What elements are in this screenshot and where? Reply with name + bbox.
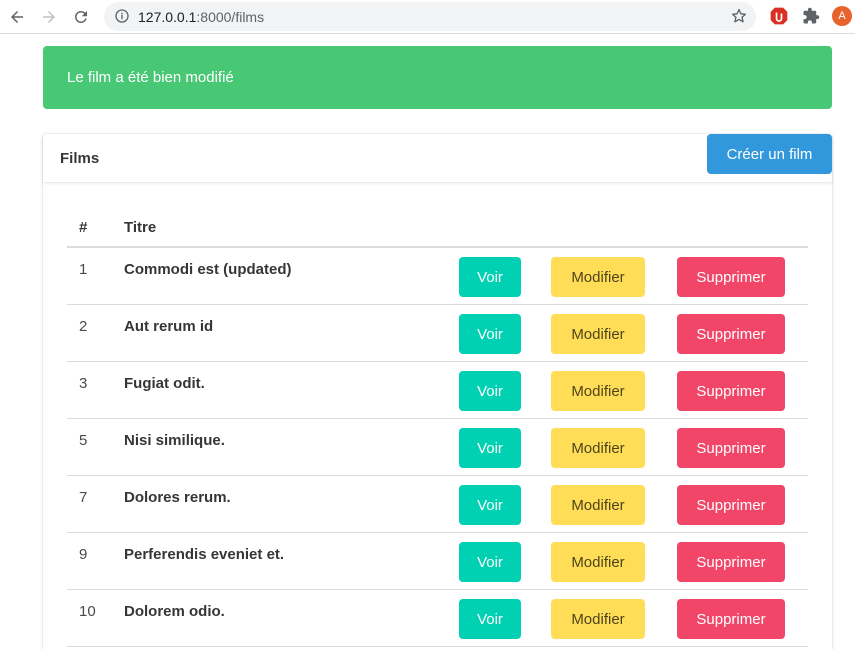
browser-toolbar: 127.0.0.1:8000/films A (0, 0, 855, 34)
film-title: Fugiat odit. (124, 375, 205, 392)
table-row: 5 Nisi similique. Voir Modifier Supprime… (67, 419, 808, 476)
back-arrow-icon[interactable] (5, 5, 29, 29)
table-row: 3 Fugiat odit. Voir Modifier Supprimer (67, 362, 808, 419)
table-row: 7 Dolores rerum. Voir Modifier Supprimer (67, 476, 808, 533)
table-row: 10 Dolorem odio. Voir Modifier Supprimer (67, 590, 808, 647)
edit-button[interactable]: Modifier (551, 257, 645, 297)
profile-avatar[interactable]: A (832, 6, 852, 26)
url-path: :8000/films (196, 9, 265, 25)
film-id: 1 (79, 261, 88, 278)
films-card: Films Créer un film # Titre 1 Commodi es… (43, 134, 832, 649)
reload-icon[interactable] (69, 5, 93, 29)
column-header-title: Titre (124, 219, 157, 236)
view-button[interactable]: Voir (459, 485, 521, 525)
film-id: 10 (79, 603, 96, 620)
url-text[interactable]: 127.0.0.1:8000/films (138, 9, 264, 25)
address-bar[interactable]: 127.0.0.1:8000/films (104, 2, 756, 31)
film-id: 5 (79, 432, 88, 449)
puzzle-extensions-icon[interactable] (801, 6, 821, 26)
profile-initial: A (832, 6, 852, 26)
table-header: # Titre (67, 212, 808, 248)
edit-button[interactable]: Modifier (551, 371, 645, 411)
delete-button[interactable]: Supprimer (677, 371, 785, 411)
edit-button[interactable]: Modifier (551, 485, 645, 525)
edit-button[interactable]: Modifier (551, 599, 645, 639)
film-title: Commodi est (updated) (124, 261, 292, 278)
url-host: 127.0.0.1 (138, 9, 197, 25)
view-button[interactable]: Voir (459, 257, 521, 297)
delete-button[interactable]: Supprimer (677, 314, 785, 354)
delete-button[interactable]: Supprimer (677, 542, 785, 582)
film-title: Nisi similique. (124, 432, 225, 449)
view-button[interactable]: Voir (459, 542, 521, 582)
view-button[interactable]: Voir (459, 371, 521, 411)
films-table-body: 1 Commodi est (updated) Voir Modifier Su… (67, 248, 808, 647)
success-notification: Le film a été bien modifié (43, 46, 832, 109)
film-title: Aut rerum id (124, 318, 214, 335)
card-header: Films Créer un film (43, 134, 832, 182)
film-id: 2 (79, 318, 88, 335)
view-button[interactable]: Voir (459, 314, 521, 354)
film-title: Perferendis eveniet et. (124, 546, 285, 563)
adblock-extension-icon[interactable] (769, 6, 789, 26)
bookmark-star-icon[interactable] (730, 7, 748, 25)
table-row: 1 Commodi est (updated) Voir Modifier Su… (67, 248, 808, 305)
view-button[interactable]: Voir (459, 428, 521, 468)
column-header-id: # (79, 219, 88, 236)
info-icon[interactable] (114, 8, 130, 24)
card-title: Films (60, 150, 100, 167)
forward-arrow-icon[interactable] (37, 5, 61, 29)
film-id: 3 (79, 375, 88, 392)
delete-button[interactable]: Supprimer (677, 257, 785, 297)
film-title: Dolores rerum. (124, 489, 231, 506)
edit-button[interactable]: Modifier (551, 542, 645, 582)
film-title: Dolorem odio. (124, 603, 225, 620)
delete-button[interactable]: Supprimer (677, 485, 785, 525)
delete-button[interactable]: Supprimer (677, 599, 785, 639)
create-film-button[interactable]: Créer un film (707, 134, 832, 174)
edit-button[interactable]: Modifier (551, 314, 645, 354)
edit-button[interactable]: Modifier (551, 428, 645, 468)
table-row: 9 Perferendis eveniet et. Voir Modifier … (67, 533, 808, 590)
view-button[interactable]: Voir (459, 599, 521, 639)
delete-button[interactable]: Supprimer (677, 428, 785, 468)
notification-message: Le film a été bien modifié (67, 69, 234, 86)
table-row: 2 Aut rerum id Voir Modifier Supprimer (67, 305, 808, 362)
film-id: 7 (79, 489, 88, 506)
film-id: 9 (79, 546, 88, 563)
